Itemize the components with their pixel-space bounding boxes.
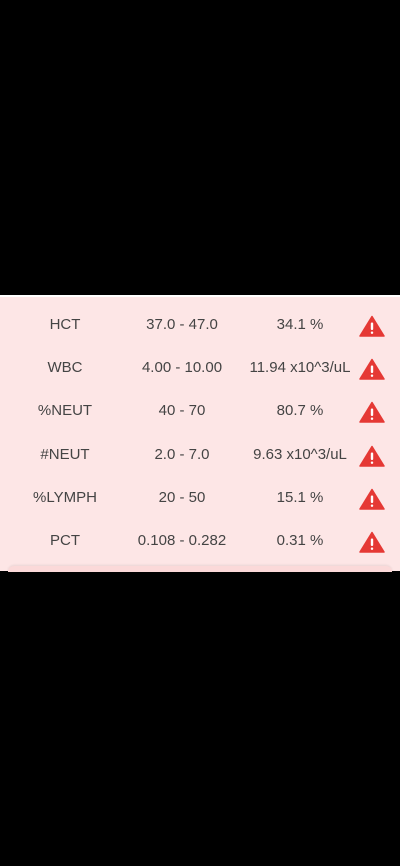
result-value: 0.31 % xyxy=(276,531,324,549)
warning-flag xyxy=(359,519,385,562)
reference-range: 2.0 - 7.0 xyxy=(154,445,210,463)
screen: HCT 37.0 - 47.0 34.1 % WBC 4.00 - 10.00 … xyxy=(0,0,400,866)
test-name: %LYMPH xyxy=(33,488,97,506)
result-row-neut-percent[interactable]: %NEUT 40 - 70 80.7 % xyxy=(0,389,400,432)
result-value: 15.1 % xyxy=(276,488,324,506)
result-row-neut-count[interactable]: #NEUT 2.0 - 7.0 9.63 x10^3/uL xyxy=(0,433,400,476)
warning-triangle-icon xyxy=(359,402,385,424)
result-value: 9.63 x10^3/uL xyxy=(253,445,347,463)
result-row-pct[interactable]: PCT 0.108 - 0.282 0.31 % xyxy=(0,519,400,562)
reference-range: 40 - 70 xyxy=(158,402,206,420)
result-row-hct[interactable]: HCT 37.0 - 47.0 34.1 % xyxy=(0,303,400,346)
test-name: WBC xyxy=(47,359,83,377)
reference-range: 20 - 50 xyxy=(158,488,206,506)
result-value: 11.94 x10^3/uL xyxy=(249,359,351,377)
warning-flag xyxy=(359,389,385,432)
reference-range: 0.108 - 0.282 xyxy=(137,531,227,549)
next-card-edge xyxy=(8,566,392,572)
reference-range: 37.0 - 47.0 xyxy=(146,316,218,333)
warning-triangle-icon xyxy=(359,531,385,553)
warning-triangle-icon xyxy=(359,488,385,510)
test-name: PCT xyxy=(50,531,80,549)
lab-results-list: HCT 37.0 - 47.0 34.1 % WBC 4.00 - 10.00 … xyxy=(0,303,400,562)
warning-flag xyxy=(359,346,385,389)
result-row-lymph-percent[interactable]: %LYMPH 20 - 50 15.1 % xyxy=(0,476,400,519)
warning-flag xyxy=(359,476,385,519)
test-name: #NEUT xyxy=(40,445,90,463)
warning-triangle-icon xyxy=(359,315,385,337)
warning-flag xyxy=(359,303,385,346)
warning-triangle-icon xyxy=(359,445,385,467)
warning-triangle-icon xyxy=(359,358,385,380)
test-name: %NEUT xyxy=(37,402,93,420)
reference-range: 4.00 - 10.00 xyxy=(141,359,223,377)
lab-results-panel: HCT 37.0 - 47.0 34.1 % WBC 4.00 - 10.00 … xyxy=(0,295,400,572)
result-row-wbc[interactable]: WBC 4.00 - 10.00 11.94 x10^3/uL xyxy=(0,346,400,389)
result-value: 80.7 % xyxy=(276,402,324,420)
test-name: HCT xyxy=(49,316,81,333)
warning-flag xyxy=(359,433,385,476)
result-value: 34.1 % xyxy=(276,316,324,333)
